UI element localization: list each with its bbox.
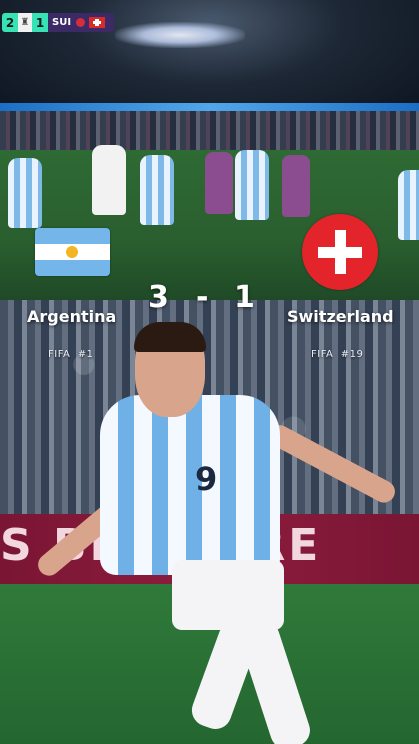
sun-icon (66, 246, 78, 258)
argentina-flag-icon (35, 228, 110, 276)
teammate-player (235, 150, 269, 220)
opponent-player (282, 155, 310, 217)
home-team-name: Argentina (27, 307, 117, 326)
led-ribbon (0, 103, 419, 111)
away-fifa-rank: FIFA #19 (311, 349, 364, 360)
away-score: 1 (234, 280, 255, 315)
teammate-player (8, 158, 42, 228)
player-hair (134, 322, 206, 352)
teammate-player (92, 145, 126, 215)
team-crest-icon (76, 18, 86, 27)
switzerland-flag-icon (89, 17, 106, 28)
score-separator: - (196, 280, 209, 315)
switzerland-flag-icon (302, 214, 378, 290)
teammate-player (398, 170, 419, 240)
player-shorts (172, 560, 284, 630)
teammate-player (140, 155, 174, 225)
opponent-player (205, 152, 233, 214)
scorebug-home-score: 2 (2, 13, 18, 32)
stadium-lights (115, 22, 245, 48)
scorebug-away-team: SUI (52, 17, 72, 28)
trophy-icon: ♜ (18, 13, 32, 32)
player-shirt-number: 9 (195, 460, 218, 498)
player-jersey (100, 395, 280, 575)
scorebug: 2 ♜ 1 SUI (2, 13, 114, 32)
away-team-name: Switzerland (287, 307, 394, 326)
home-score: 3 (148, 280, 169, 315)
scorebug-away-score: 1 (32, 13, 48, 32)
stadium-scene: S BESI AIRE 9 (0, 0, 419, 744)
home-fifa-rank: FIFA #1 (48, 349, 94, 360)
